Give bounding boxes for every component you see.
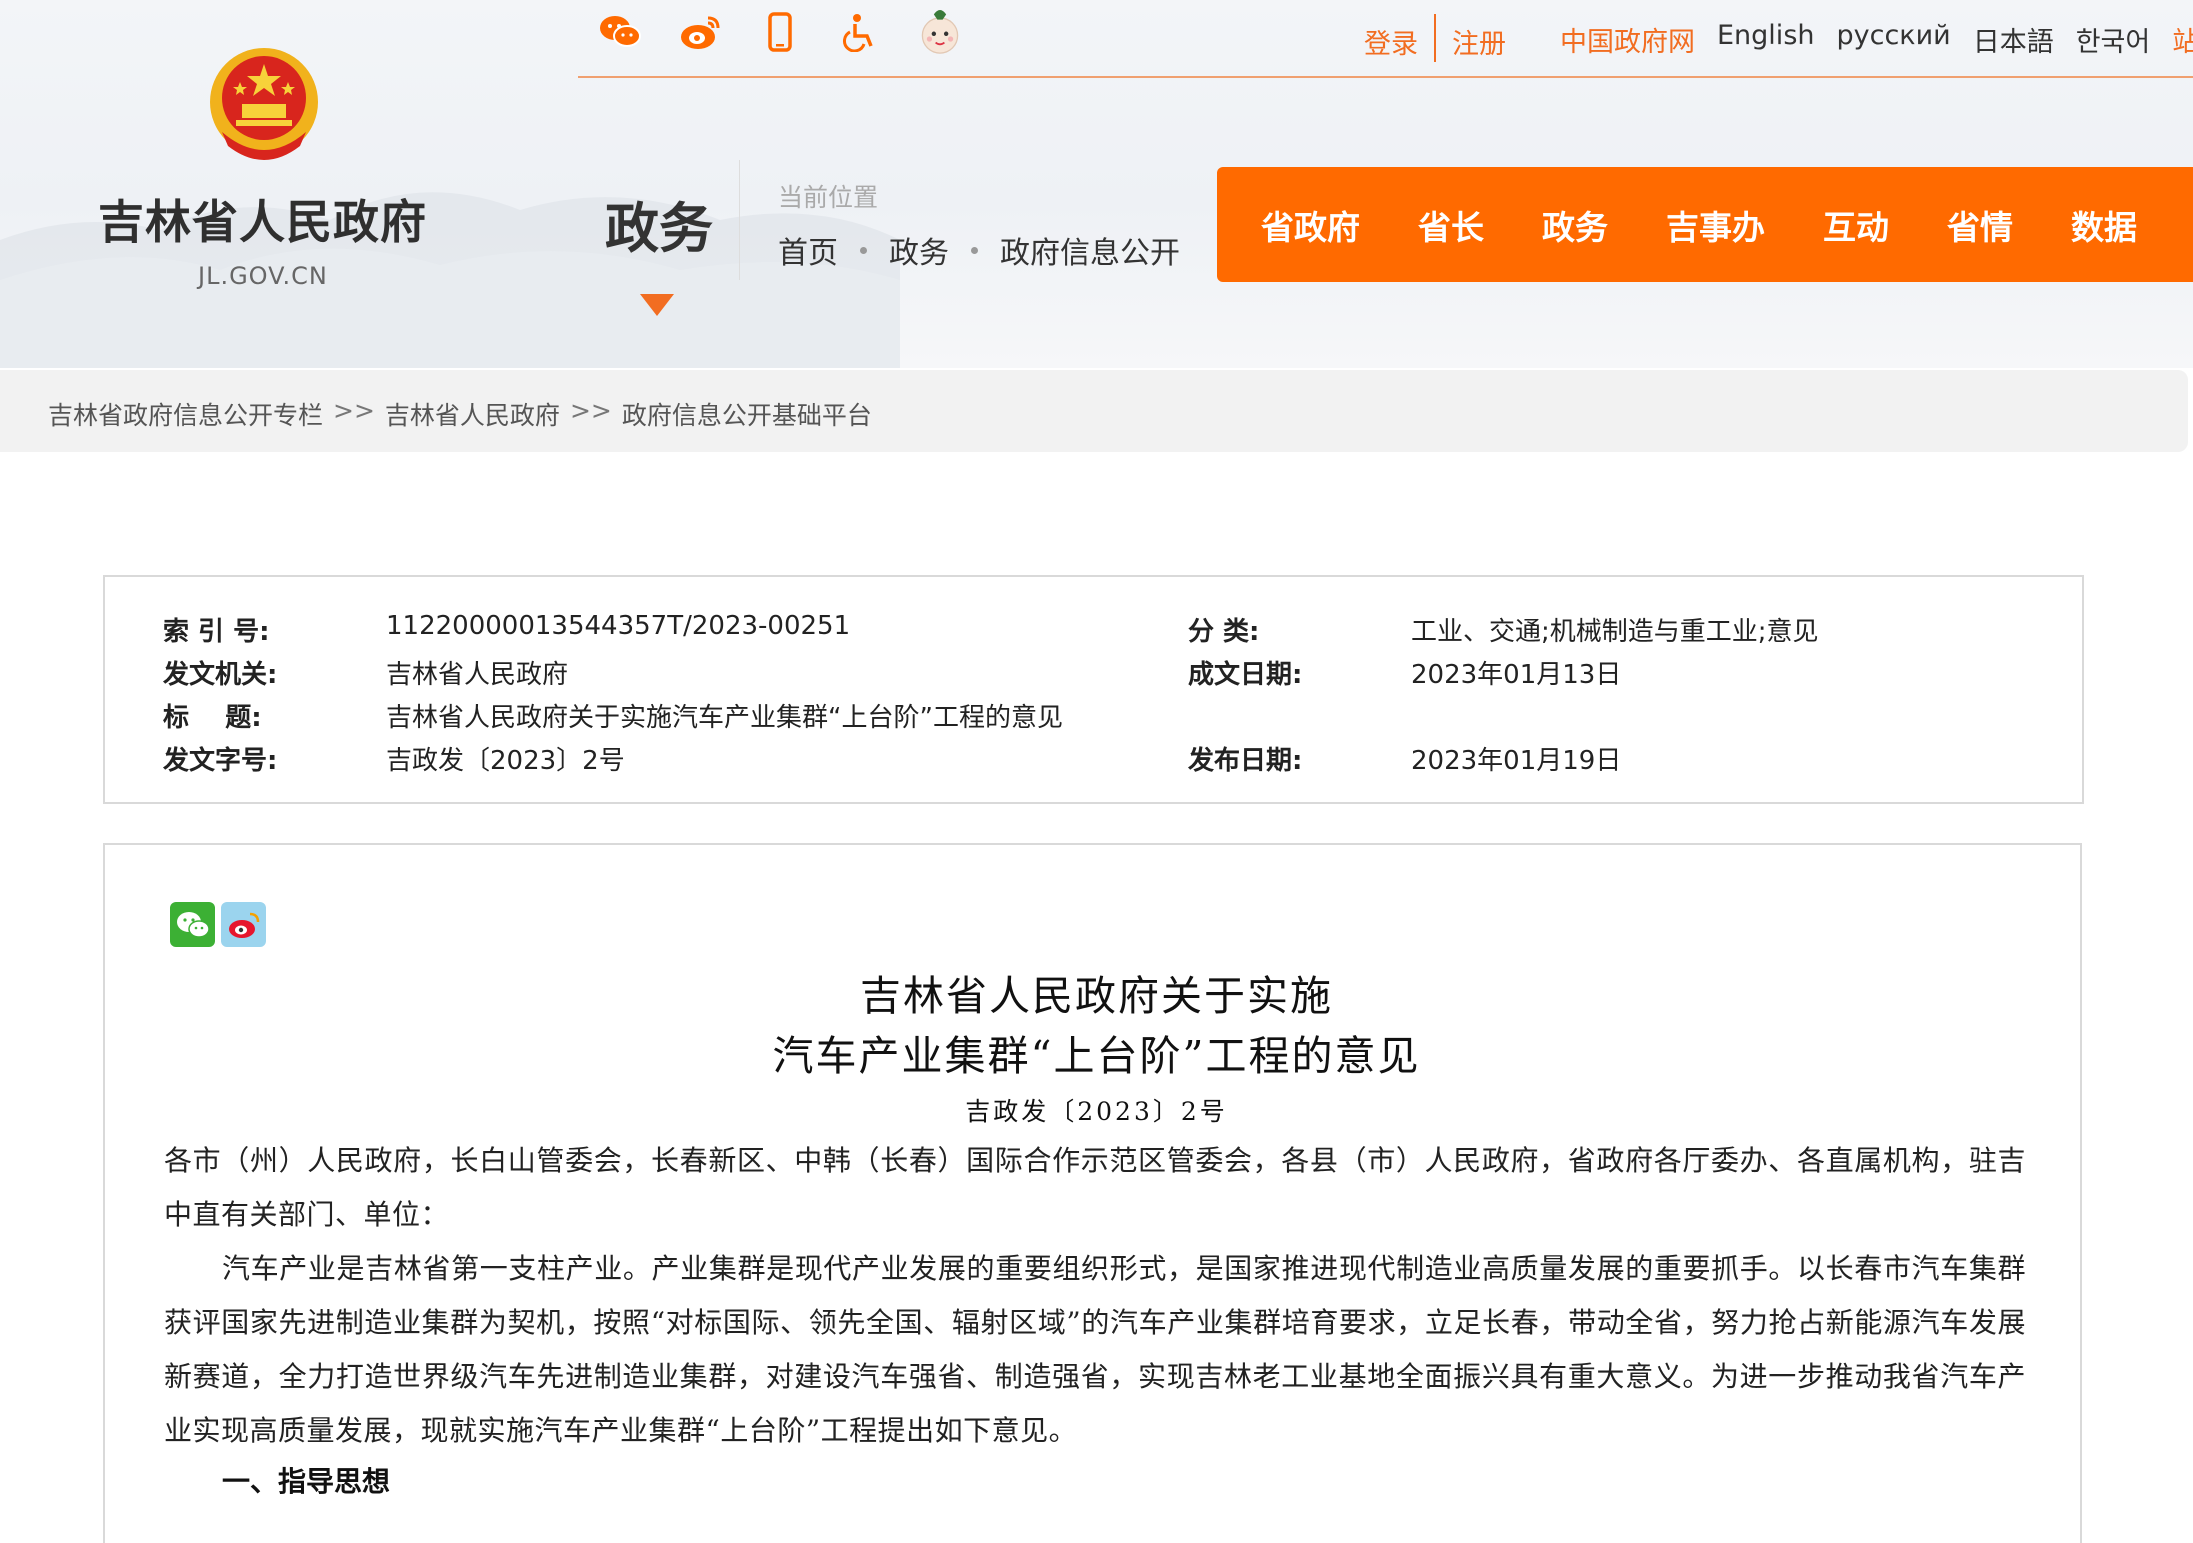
mascot-icon[interactable] — [918, 10, 962, 54]
location-separator-dot — [971, 246, 978, 254]
breadcrumb-item[interactable]: 吉林省人民政府 — [385, 396, 560, 432]
lang-russian-link[interactable]: русский — [1837, 20, 1951, 59]
top-bar-line — [578, 76, 2193, 78]
document-number: 吉政发〔2023〕2号 — [965, 1097, 1228, 1126]
site-domain: JL.GOV.CN — [198, 262, 328, 290]
main-navigation: 省政府 省长 政务 吉事办 互动 省情 数据 — [1217, 167, 2193, 282]
breadcrumb-item[interactable]: 政府信息公开基础平台 — [622, 396, 872, 432]
national-emblem-icon — [210, 48, 318, 160]
document-recipients: 各市（州）人民政府，长白山管委会，长春新区、中韩（长春）国际合作示范区管委会，各… — [164, 1144, 2026, 1231]
location-info-link[interactable]: 政府信息公开 — [1000, 228, 1180, 272]
document-intro-paragraph: 汽车产业是吉林省第一支柱产业。产业集群是现代产业发展的重要组织形式，是国家推进现… — [164, 1252, 2026, 1447]
register-link[interactable]: 注册 — [1452, 22, 1506, 61]
nav-item-province-info[interactable]: 省情 — [1947, 201, 2013, 249]
breadcrumb: 吉林省政府信息公开专栏 >> 吉林省人民政府 >> 政府信息公开基础平台 — [48, 396, 872, 432]
section-heading: 一、指导思想 — [222, 1465, 391, 1498]
nav-item-data[interactable]: 数据 — [2071, 201, 2137, 249]
nav-item-provincial-government[interactable]: 省政府 — [1261, 201, 1360, 249]
index-number-value: 11220000013544357T/2023-00251 — [386, 611, 851, 641]
location-path: 首页 政务 政府信息公开 — [778, 228, 1180, 272]
section-title: 政务 — [605, 197, 713, 260]
lang-japanese-link[interactable]: 日本語 — [1973, 20, 2054, 59]
location-home-link[interactable]: 首页 — [778, 228, 838, 272]
document-metadata-panel: 索 引 号: 11220000013544357T/2023-00251 分 类… — [103, 575, 2084, 804]
title-value: 吉林省人民政府关于实施汽车产业集群“上台阶”工程的意见 — [386, 703, 1063, 733]
publish-date-label: 发布日期: — [1188, 746, 1303, 776]
location-separator-dot — [860, 246, 867, 254]
nav-item-government-affairs[interactable]: 政务 — [1542, 201, 1608, 249]
issuer-value: 吉林省人民政府 — [386, 660, 569, 690]
breadcrumb-separator: >> — [569, 396, 612, 425]
written-date-label: 成文日期: — [1188, 660, 1303, 690]
document-title-line-1: 吉林省人民政府关于实施 — [860, 972, 1333, 1020]
login-register-separator — [1434, 14, 1436, 62]
top-icon-bar — [598, 10, 962, 54]
document-title-line-2: 汽车产业集群“上台阶”工程的意见 — [772, 1032, 1421, 1080]
nav-item-governor[interactable]: 省长 — [1418, 201, 1484, 249]
site-name[interactable]: 吉林省人民政府 — [98, 186, 427, 252]
header-divider — [739, 160, 740, 280]
mobile-icon[interactable] — [758, 10, 802, 54]
language-links: 中国政府网 English русский 日本語 한국어 站群导航 — [1560, 20, 2193, 59]
category-label: 分 类: — [1188, 617, 1260, 647]
gov-cn-link[interactable]: 中国政府网 — [1560, 20, 1695, 59]
breadcrumb-item[interactable]: 吉林省政府信息公开专栏 — [48, 396, 323, 432]
document-number-label: 发文字号: — [163, 746, 278, 776]
breadcrumb-separator: >> — [333, 396, 375, 425]
accessibility-icon[interactable] — [838, 10, 882, 54]
document-number-value: 吉政发〔2023〕2号 — [386, 746, 625, 776]
share-weibo-icon[interactable] — [221, 902, 266, 947]
share-buttons — [170, 902, 266, 947]
lang-english-link[interactable]: English — [1717, 20, 1815, 59]
written-date-value: 2023年01月13日 — [1411, 660, 1622, 690]
nav-item-jishiban[interactable]: 吉事办 — [1666, 201, 1765, 249]
lang-korean-link[interactable]: 한국어 — [2076, 20, 2151, 59]
location-label: 当前位置 — [778, 183, 879, 212]
location-zhengwu-link[interactable]: 政务 — [889, 228, 949, 272]
wechat-icon[interactable] — [598, 10, 642, 54]
mountain-backdrop — [0, 192, 900, 368]
index-number-label: 索 引 号: — [163, 617, 270, 647]
section-arrow-icon — [640, 294, 674, 316]
title-label: 标 题: — [163, 703, 262, 733]
share-wechat-icon[interactable] — [170, 902, 215, 947]
issuer-label: 发文机关: — [163, 660, 278, 690]
nav-item-interaction[interactable]: 互动 — [1823, 201, 1889, 249]
publish-date-value: 2023年01月19日 — [1411, 746, 1622, 776]
weibo-icon[interactable] — [678, 10, 722, 54]
category-value: 工业、交通;机械制造与重工业;意见 — [1411, 617, 1819, 647]
site-group-nav-link[interactable]: 站群导航 — [2172, 20, 2193, 59]
login-link[interactable]: 登录 — [1364, 22, 1418, 61]
